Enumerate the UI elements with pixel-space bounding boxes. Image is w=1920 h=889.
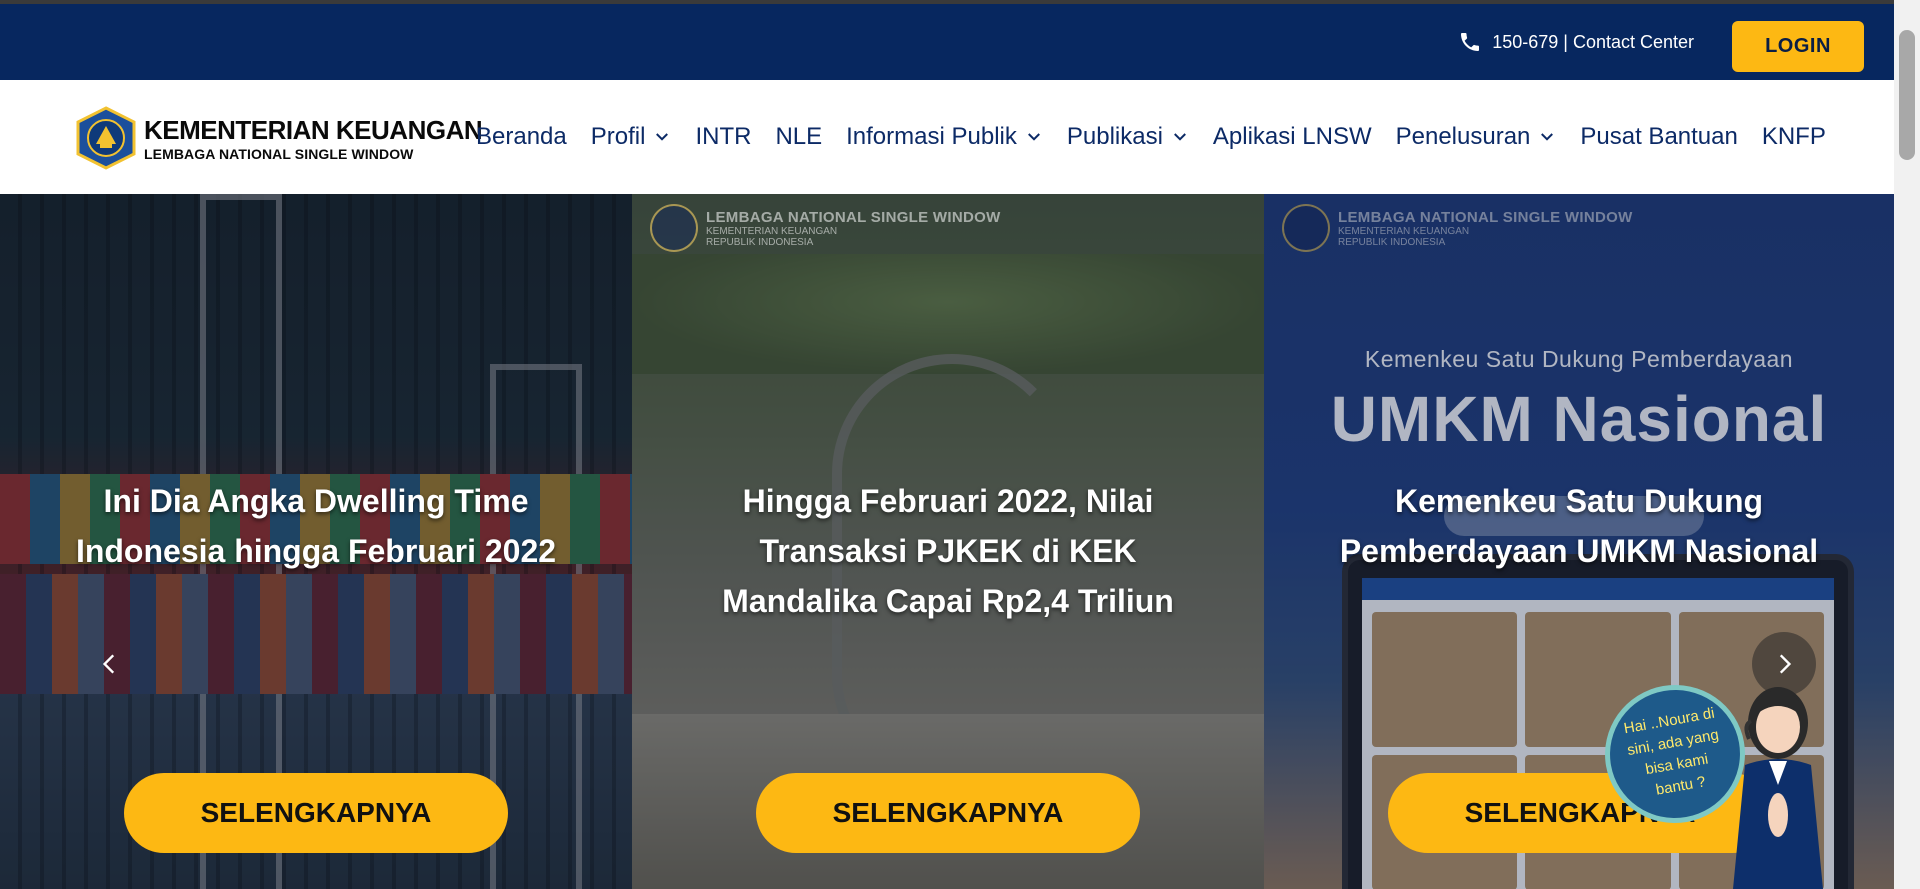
nav-item-label: Publikasi [1066, 123, 1163, 150]
chevron-down-icon [1027, 133, 1040, 141]
slide-dwelling-time[interactable]: Ini Dia Angka Dwelling Time Indonesia hi… [0, 194, 632, 889]
read-more-button[interactable]: SELENGKAPNYA [756, 773, 1140, 853]
main-navbar: KEMENTERIAN KEUANGAN LEMBAGA NATIONAL SI… [0, 80, 1894, 194]
nav-item-label: Pusat Bantuan [1580, 123, 1738, 150]
nav-item-beranda[interactable]: Beranda [476, 123, 567, 151]
scrollbar-thumb[interactable] [1899, 30, 1915, 160]
chatbot-greeting: Hai ..Noura di sini, ada yang bisa kami … [1622, 704, 1721, 799]
nav-item-label: Beranda [476, 123, 567, 150]
nav-item-label: Informasi Publik [846, 123, 1017, 150]
nav-item-intr[interactable]: INTR [695, 123, 751, 151]
nav-item-publikasi[interactable]: Publikasi [1067, 123, 1189, 151]
nav-item-label: KNFP [1761, 123, 1826, 150]
nav-item-informasi-publik[interactable]: Informasi Publik [846, 123, 1043, 151]
contact-center[interactable]: 150-679 | Contact Center [1458, 30, 1694, 54]
chevron-down-icon [1173, 133, 1186, 141]
site-logo[interactable]: KEMENTERIAN KEUANGAN LEMBAGA NATIONAL SI… [74, 106, 483, 170]
chevron-down-icon [1541, 133, 1554, 141]
nav-item-profil[interactable]: Profil [591, 123, 672, 151]
chevron-down-icon [656, 133, 669, 141]
nav-item-pusat-bantuan[interactable]: Pusat Bantuan [1580, 123, 1737, 151]
brand-subtitle: LEMBAGA NATIONAL SINGLE WINDOW [144, 145, 414, 162]
nav-item-nle[interactable]: NLE [775, 123, 822, 151]
contact-text: 150-679 | Contact Center [1492, 31, 1694, 52]
nav-menu: Beranda Profil INTR NLE Informasi Publik Publ… [476, 80, 1826, 194]
chatbot-widget[interactable]: Hai ..Noura di sini, ada yang bisa kami … [1594, 665, 1830, 889]
assistant-avatar-icon [1733, 687, 1823, 889]
read-more-button[interactable]: SELENGKAPNYA [124, 773, 508, 853]
kemenkeu-emblem-icon [76, 106, 136, 170]
phone-icon [1461, 33, 1480, 51]
nav-item-label: INTR [695, 123, 752, 150]
nav-item-label: Aplikasi LNSW [1212, 123, 1372, 150]
nav-item-aplikasi-lnsw[interactable]: Aplikasi LNSW [1213, 123, 1372, 151]
chevron-left-icon [102, 654, 115, 674]
nav-item-penelusuran[interactable]: Penelusuran [1396, 123, 1557, 151]
login-button[interactable]: LOGIN [1732, 21, 1864, 72]
carousel-prev-button[interactable] [78, 632, 142, 696]
brand-title: KEMENTERIAN KEUANGAN [144, 114, 483, 145]
slide-caption: Ini Dia Angka Dwelling Time Indonesia hi… [75, 483, 557, 569]
slide-caption: Hingga Februari 2022, Nilai Transaksi PJ… [722, 483, 1174, 619]
nav-item-knfp[interactable]: KNFP [1762, 123, 1826, 151]
top-bar: 150-679 | Contact Center LOGIN [0, 4, 1894, 80]
nav-item-label: NLE [775, 123, 823, 150]
nav-item-label: Penelusuran [1395, 123, 1531, 150]
lnsw-seal-icon [650, 204, 698, 252]
slide-kek-mandalika[interactable]: LEMBAGA NATIONAL SINGLE WINDOW KEMENTERI… [632, 194, 1264, 889]
nav-item-label: Profil [590, 123, 646, 150]
lnsw-watermark: LEMBAGA NATIONAL SINGLE WINDOW KEMENTERI… [650, 204, 1001, 252]
slide-caption: Kemenkeu Satu Dukung Pemberdayaan UMKM N… [1339, 483, 1819, 569]
